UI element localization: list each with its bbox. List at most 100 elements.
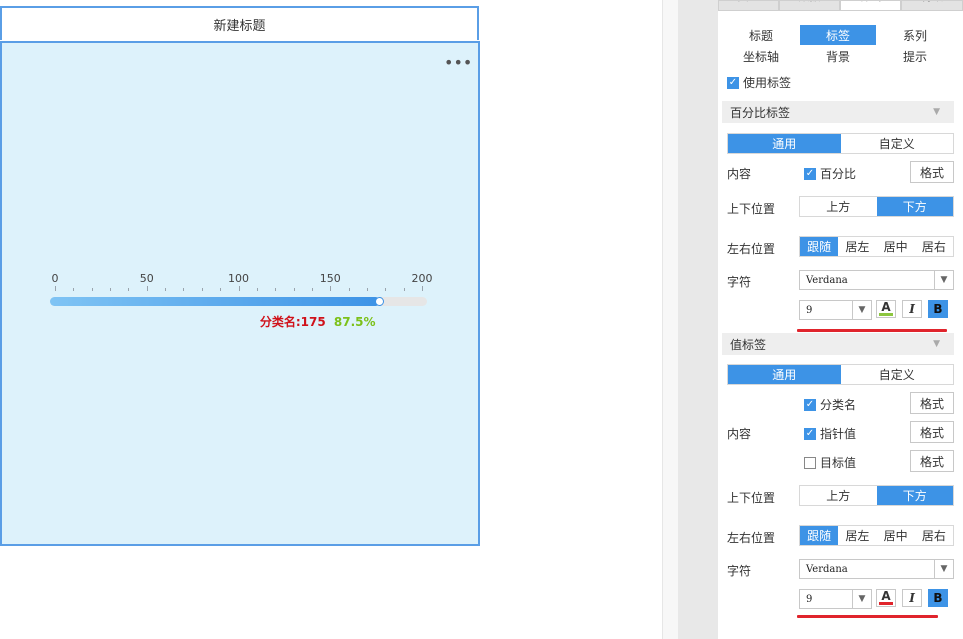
- collapse-caret-icon[interactable]: ▼: [933, 107, 940, 117]
- pointer-format-button[interactable]: 格式: [910, 421, 954, 443]
- axis-tick-label: 100: [228, 272, 249, 285]
- axis-tick-label: 200: [411, 272, 433, 285]
- value-font-size-select[interactable]: 9 ▼: [799, 589, 872, 609]
- axis-tick: [275, 288, 276, 291]
- more-options-icon[interactable]: •••: [444, 55, 472, 71]
- option-left[interactable]: 居左: [838, 237, 876, 256]
- use-label-toggle[interactable]: ✓ 使用标签: [727, 74, 791, 91]
- value-font-select[interactable]: Verdana ▼: [799, 559, 954, 579]
- axis-tick: [183, 288, 184, 291]
- option-below[interactable]: 下方: [876, 197, 953, 216]
- horizontal-position-label: 左右位置: [727, 531, 776, 545]
- value-horizontal-position: 跟随 居左 居中 居右: [799, 525, 954, 546]
- axis-tick-label: 0: [51, 272, 59, 285]
- option-above[interactable]: 上方: [800, 197, 877, 216]
- subtab-axis[interactable]: 坐标轴: [723, 46, 799, 66]
- value-label-section-header[interactable]: 值标签 ▼: [722, 333, 954, 355]
- axis-tick: [239, 286, 240, 291]
- bold-button[interactable]: B: [928, 589, 948, 607]
- checkbox-checked-icon[interactable]: ✓: [727, 76, 739, 89]
- checkbox-unchecked-icon[interactable]: [804, 456, 816, 469]
- option-right[interactable]: 居右: [915, 237, 953, 256]
- axis-tick: [312, 288, 313, 291]
- axis-tick: [349, 288, 350, 291]
- bold-button[interactable]: B: [928, 300, 948, 318]
- category-format-button[interactable]: 格式: [910, 392, 954, 414]
- tab-general[interactable]: 通用: [728, 365, 841, 384]
- gauge-fill: [50, 297, 380, 306]
- axis-tick: [385, 288, 386, 291]
- percent-font-select[interactable]: Verdana ▼: [799, 270, 954, 290]
- percent-value-label: 87.5%: [333, 315, 376, 329]
- percent-format-button[interactable]: 格式: [910, 161, 954, 183]
- tab-data[interactable]: 数据: [779, 0, 840, 11]
- percent-label-mode-tabs: 通用 自定义: [727, 133, 954, 154]
- gauge-widget[interactable]: [0, 41, 480, 546]
- target-value-checkbox[interactable]: 目标值: [804, 454, 856, 471]
- axis-tick: [202, 288, 203, 291]
- target-format-button[interactable]: 格式: [910, 450, 954, 472]
- subtab-series[interactable]: 系列: [877, 25, 953, 45]
- tab-custom[interactable]: 自定义: [841, 365, 954, 384]
- widget-title: 新建标题: [213, 18, 266, 34]
- option-center[interactable]: 居中: [877, 526, 915, 545]
- option-above[interactable]: 上方: [800, 486, 877, 505]
- value-label-mode-tabs: 通用 自定义: [727, 364, 954, 385]
- chevron-down-icon[interactable]: ▼: [934, 271, 953, 289]
- checkbox-checked-icon[interactable]: ✓: [804, 167, 816, 180]
- font-color-swatch: [879, 313, 893, 316]
- checkbox-checked-icon[interactable]: ✓: [804, 398, 816, 411]
- tab-custom[interactable]: 自定义: [841, 134, 954, 153]
- option-follow[interactable]: 跟随: [800, 526, 839, 545]
- axis-tick: [404, 288, 405, 291]
- axis-tick: [257, 288, 258, 291]
- chevron-down-icon[interactable]: ▼: [852, 301, 871, 319]
- percent-checkbox[interactable]: ✓ 百分比: [804, 165, 856, 182]
- chevron-down-icon[interactable]: ▼: [852, 590, 871, 608]
- font-color-button[interactable]: A: [876, 300, 896, 318]
- font-color-swatch: [879, 602, 893, 605]
- highlight-underline: [797, 329, 947, 332]
- category-value-label: 分类名:175: [259, 315, 326, 329]
- subtab-label[interactable]: 标签: [800, 25, 876, 45]
- italic-button[interactable]: I: [902, 589, 922, 607]
- axis-tick: [92, 288, 93, 291]
- option-below[interactable]: 下方: [876, 486, 953, 505]
- percent-font-size-select[interactable]: 9 ▼: [799, 300, 872, 320]
- subtab-background[interactable]: 背景: [800, 46, 876, 66]
- axis-tick: [220, 288, 221, 291]
- percent-label-section-header[interactable]: 百分比标签 ▼: [722, 101, 954, 123]
- axis-tick: [73, 288, 74, 291]
- gauge-value-label: 分类名:175 87.5%: [260, 313, 376, 330]
- checkbox-checked-icon[interactable]: ✓: [804, 427, 816, 440]
- chevron-down-icon[interactable]: ▼: [934, 560, 953, 578]
- content-label: 内容: [727, 427, 752, 441]
- tab-general[interactable]: 通用: [728, 134, 841, 153]
- axis-tick: [165, 288, 166, 291]
- tab-type[interactable]: 类型: [718, 0, 779, 11]
- option-follow[interactable]: 跟随: [800, 237, 839, 256]
- value-vertical-position: 上方 下方: [799, 485, 954, 506]
- font-color-button[interactable]: A: [876, 589, 896, 607]
- axis-tick-label: 50: [139, 272, 154, 285]
- axis-tick: [294, 288, 295, 291]
- widget-title-bar[interactable]: 新建标题: [0, 6, 479, 40]
- property-sidebar-rail: [678, 0, 718, 639]
- italic-button[interactable]: I: [902, 300, 922, 318]
- category-name-checkbox[interactable]: ✓ 分类名: [804, 396, 856, 413]
- option-left[interactable]: 居左: [838, 526, 876, 545]
- vertical-position-label: 上下位置: [727, 491, 776, 505]
- tab-style[interactable]: 样式: [840, 0, 901, 11]
- panel-splitter[interactable]: [662, 0, 679, 639]
- tab-effects[interactable]: 特效: [901, 0, 963, 11]
- option-center[interactable]: 居中: [877, 237, 915, 256]
- axis-tick: [422, 286, 423, 291]
- subtab-title[interactable]: 标题: [723, 25, 799, 45]
- axis-tick-label: 150: [319, 272, 341, 285]
- pointer-value-checkbox[interactable]: ✓ 指针值: [804, 425, 856, 442]
- option-right[interactable]: 居右: [915, 526, 953, 545]
- font-label: 字符: [727, 275, 752, 289]
- collapse-caret-icon[interactable]: ▼: [933, 339, 940, 349]
- font-label: 字符: [727, 564, 752, 578]
- subtab-tooltip[interactable]: 提示: [877, 46, 953, 66]
